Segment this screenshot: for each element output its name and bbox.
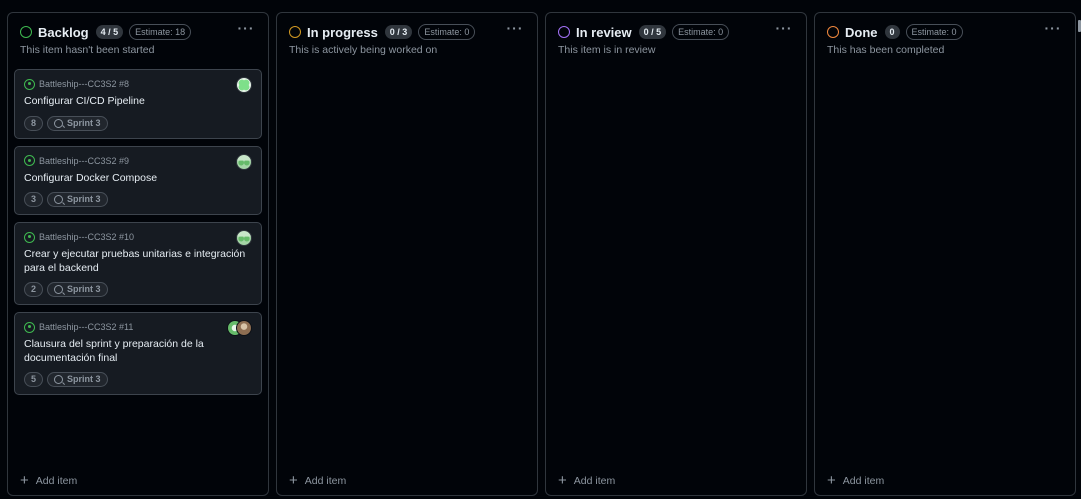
estimate-pill: 8 <box>24 115 44 131</box>
issue-open-icon <box>24 155 35 166</box>
column-backlog: Backlog 4 / 5 Estimate: 18 ··· This item… <box>7 12 269 496</box>
sprint-pill[interactable]: Sprint 3 <box>47 372 108 387</box>
sprint-label: Sprint 3 <box>67 374 101 384</box>
issue-card[interactable]: Battleship---CC3S2 #10 Crear y ejecutar … <box>14 222 262 305</box>
iteration-icon <box>54 195 64 204</box>
issue-reference[interactable]: Battleship---CC3S2 #10 <box>39 232 134 242</box>
add-item-button[interactable]: + Add item <box>289 472 347 489</box>
assignee-avatar[interactable] <box>236 77 252 93</box>
column-title: Backlog <box>38 24 89 40</box>
iteration-icon <box>54 285 64 294</box>
issue-card[interactable]: Battleship---CC3S2 #11 Clausura del spri… <box>14 312 262 395</box>
column-header: Backlog 4 / 5 Estimate: 18 ··· This item… <box>8 13 268 69</box>
add-item-label: Add item <box>304 475 347 487</box>
item-count-badge: 0 / 3 <box>384 25 413 39</box>
column-title: In review <box>576 24 632 40</box>
estimate-pill: 5 <box>24 372 44 387</box>
add-item-label: Add item <box>842 475 885 487</box>
issue-card[interactable]: Battleship---CC3S2 #9 Configurar Docker … <box>14 145 262 215</box>
add-item-label: Add item <box>35 475 78 487</box>
issue-open-icon <box>24 321 35 333</box>
issue-title[interactable]: Configurar Docker Compose <box>24 172 252 186</box>
issue-reference[interactable]: Battleship---CC3S2 #11 <box>39 322 133 332</box>
column-done: Done 0 Estimate: 0 ··· This has been com… <box>814 12 1076 496</box>
plus-icon: + <box>558 472 567 489</box>
column-description: This item hasn't been started <box>20 44 155 56</box>
issue-card[interactable]: Battleship---CC3S2 #8 Configurar CI/CD P… <box>14 69 262 139</box>
assignee-avatars[interactable] <box>227 320 252 336</box>
column-description: This is actively being worked on <box>289 44 438 56</box>
status-circle-icon <box>20 26 32 38</box>
issue-reference[interactable]: Battleship---CC3S2 #8 <box>39 79 129 89</box>
sprint-pill[interactable]: Sprint 3 <box>47 115 108 131</box>
sprint-pill[interactable]: Sprint 3 <box>47 282 108 297</box>
item-count-badge: 0 / 5 <box>638 25 667 39</box>
more-options-icon[interactable]: ··· <box>236 21 256 35</box>
sprint-label: Sprint 3 <box>67 117 101 128</box>
card-list: Battleship---CC3S2 #8 Configurar CI/CD P… <box>8 69 268 395</box>
column-header: In progress 0 / 3 Estimate: 0 ··· This i… <box>277 13 537 69</box>
status-circle-icon <box>827 26 839 38</box>
issue-title[interactable]: Configurar CI/CD Pipeline <box>24 95 252 109</box>
column-title: Done <box>845 24 878 40</box>
estimate-badge: Estimate: 0 <box>905 24 963 40</box>
avatar[interactable] <box>236 320 252 336</box>
issue-open-icon <box>24 231 35 243</box>
iteration-icon <box>54 375 64 384</box>
add-item-button[interactable]: + Add item <box>20 472 78 489</box>
issue-open-icon <box>24 78 35 90</box>
sprint-label: Sprint 3 <box>67 284 101 294</box>
sprint-pill[interactable]: Sprint 3 <box>47 192 108 207</box>
iteration-icon <box>54 118 64 128</box>
plus-icon: + <box>827 472 836 489</box>
assignee-avatar[interactable] <box>236 153 252 170</box>
item-count-badge: 4 / 5 <box>95 25 124 39</box>
plus-icon: + <box>289 472 298 489</box>
more-options-icon[interactable]: ··· <box>1043 21 1063 35</box>
column-title: In progress <box>307 24 378 40</box>
column-in-review: In review 0 / 5 Estimate: 0 ··· This ite… <box>545 12 807 496</box>
estimate-badge: Estimate: 0 <box>672 24 730 40</box>
add-item-label: Add item <box>573 475 616 487</box>
column-description: This item is in review <box>558 44 656 56</box>
assignee-avatar[interactable] <box>236 230 252 246</box>
more-options-icon[interactable]: ··· <box>505 21 525 35</box>
estimate-badge: Estimate: 18 <box>129 24 192 40</box>
issue-title[interactable]: Clausura del sprint y preparación de la … <box>24 338 252 365</box>
more-options-icon[interactable]: ··· <box>774 21 794 35</box>
column-in-progress: In progress 0 / 3 Estimate: 0 ··· This i… <box>276 12 538 496</box>
estimate-pill: 2 <box>24 282 44 297</box>
add-item-button[interactable]: + Add item <box>827 472 885 489</box>
column-header: In review 0 / 5 Estimate: 0 ··· This ite… <box>546 13 806 69</box>
item-count-badge: 0 <box>884 25 900 39</box>
column-header: Done 0 Estimate: 0 ··· This has been com… <box>815 13 1075 69</box>
sprint-label: Sprint 3 <box>67 194 101 204</box>
status-circle-icon <box>558 26 570 38</box>
estimate-pill: 3 <box>24 192 44 207</box>
status-circle-icon <box>289 26 301 38</box>
column-description: This has been completed <box>827 44 945 56</box>
project-board: Backlog 4 / 5 Estimate: 18 ··· This item… <box>7 12 1076 496</box>
plus-icon: + <box>20 472 29 489</box>
estimate-badge: Estimate: 0 <box>418 24 476 40</box>
issue-reference[interactable]: Battleship---CC3S2 #9 <box>39 156 129 166</box>
issue-title[interactable]: Crear y ejecutar pruebas unitarias e int… <box>24 248 252 275</box>
add-item-button[interactable]: + Add item <box>558 472 616 489</box>
